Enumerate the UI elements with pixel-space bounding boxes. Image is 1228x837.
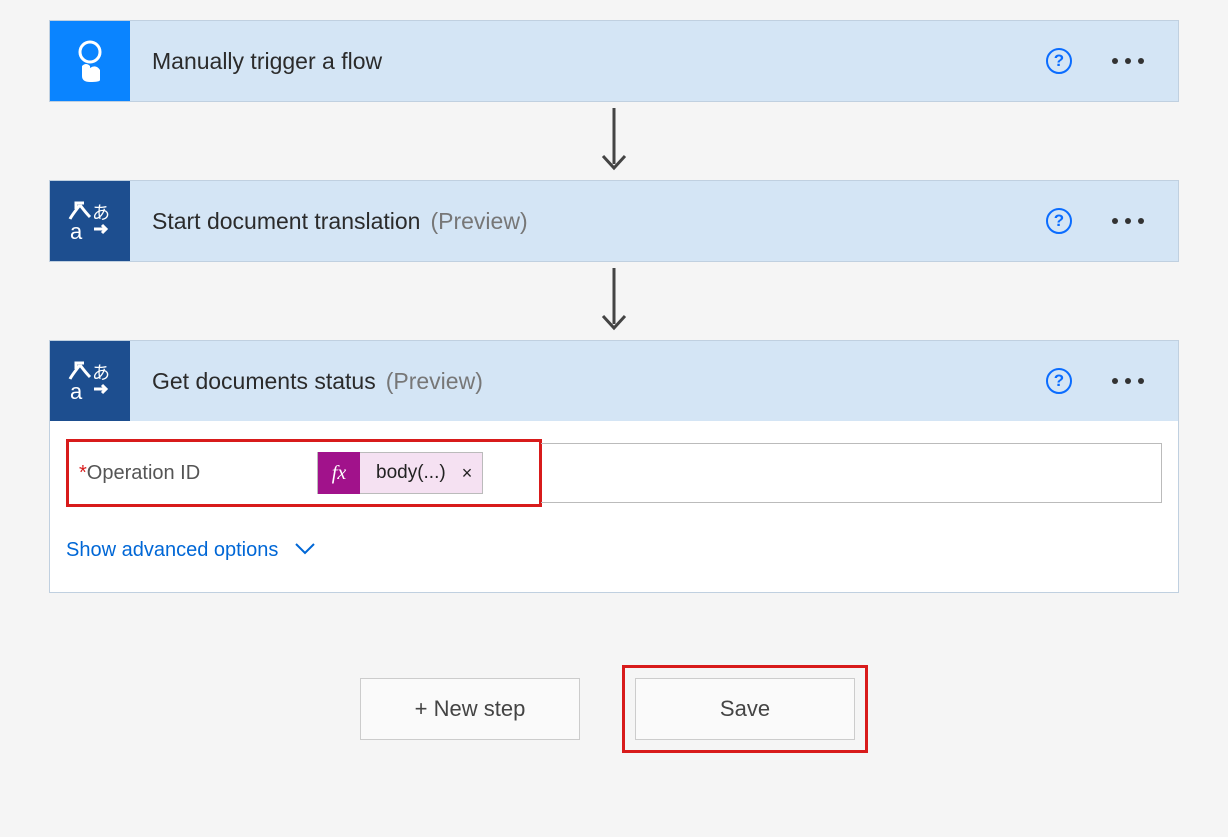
svg-text:a: a bbox=[70, 219, 83, 244]
more-icon[interactable] bbox=[1112, 58, 1144, 64]
svg-text:あ: あ bbox=[92, 363, 110, 383]
param-label: *Operation ID bbox=[79, 462, 317, 485]
preview-tag: (Preview) bbox=[386, 368, 483, 395]
fx-icon: fx bbox=[318, 452, 360, 494]
step-get-status[interactable]: あ a Get documents status (Preview) ? *Op… bbox=[49, 340, 1179, 593]
token-text: body(...) bbox=[360, 462, 458, 484]
help-icon[interactable]: ? bbox=[1046, 48, 1072, 74]
chevron-down-icon bbox=[294, 539, 316, 562]
tap-icon bbox=[50, 21, 130, 101]
show-advanced-link[interactable]: Show advanced options bbox=[66, 539, 316, 562]
svg-text:あ: あ bbox=[92, 203, 110, 223]
operation-id-input[interactable] bbox=[541, 443, 1162, 503]
step-manual-trigger[interactable]: Manually trigger a flow ? bbox=[49, 20, 1179, 102]
arrow-connector bbox=[49, 102, 1179, 180]
operation-id-field[interactable]: *Operation ID fx body(...) × bbox=[66, 439, 542, 507]
help-icon[interactable]: ? bbox=[1046, 368, 1072, 394]
save-highlight: Save bbox=[622, 665, 868, 753]
more-icon[interactable] bbox=[1112, 378, 1144, 384]
preview-tag: (Preview) bbox=[430, 208, 527, 235]
step-title-label: Get documents status (Preview) bbox=[130, 368, 1046, 395]
translate-icon: あ a bbox=[50, 181, 130, 261]
step-start-translation[interactable]: あ a Start document translation (Preview)… bbox=[49, 180, 1179, 262]
arrow-connector bbox=[49, 262, 1179, 340]
close-icon[interactable]: × bbox=[458, 463, 483, 484]
help-icon[interactable]: ? bbox=[1046, 208, 1072, 234]
step-title-label: Manually trigger a flow bbox=[130, 48, 1046, 75]
step-title-label: Start document translation (Preview) bbox=[130, 208, 1046, 235]
translate-icon: あ a bbox=[50, 341, 130, 421]
more-icon[interactable] bbox=[1112, 218, 1144, 224]
save-button[interactable]: Save bbox=[635, 678, 855, 740]
new-step-button[interactable]: + New step bbox=[360, 678, 580, 740]
svg-text:a: a bbox=[70, 379, 83, 404]
expression-token[interactable]: fx body(...) × bbox=[317, 452, 483, 494]
